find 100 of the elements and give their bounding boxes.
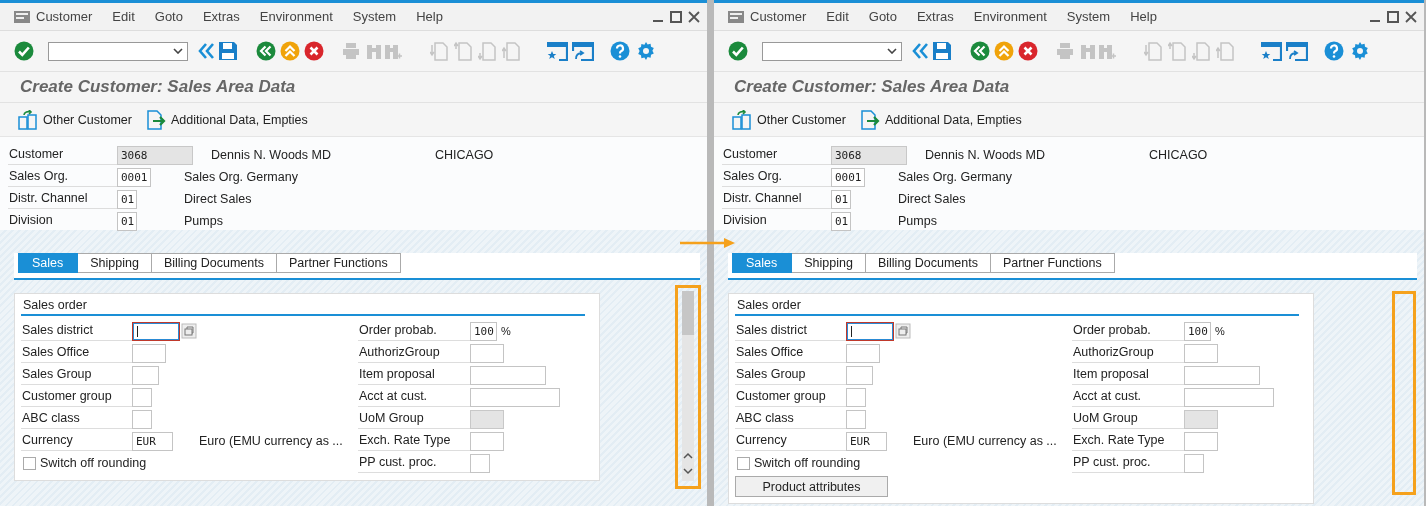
input-field[interactable]: 0001 [117,167,151,187]
menu-item[interactable]: Customer [36,9,93,24]
product-attributes-button[interactable]: Product attributes [735,476,888,497]
input-field[interactable]: 01 [117,189,137,209]
document-arrow-icon[interactable] [145,109,166,130]
input-field[interactable] [132,321,180,341]
command-field[interactable] [48,41,188,61]
input-field[interactable] [1184,453,1204,473]
document-arrow-icon[interactable] [859,109,880,130]
close-icon[interactable] [1405,10,1417,23]
menu-icon[interactable] [14,10,30,23]
close-icon[interactable] [688,10,700,23]
settings-icon[interactable] [1350,41,1370,61]
menu-item[interactable]: Help [416,9,443,24]
check-icon[interactable] [728,41,748,61]
input-field[interactable] [846,409,866,429]
input-field[interactable]: 0001 [831,167,865,187]
page-icon[interactable] [1144,41,1162,61]
double-chevron-icon[interactable] [198,41,214,61]
window-star-icon[interactable] [546,41,568,61]
input-field[interactable] [1184,387,1274,407]
checkbox[interactable] [737,456,750,470]
checkbox[interactable] [23,456,36,470]
input-field[interactable]: 100 [1184,321,1211,341]
input-field[interactable] [132,365,159,385]
scroll-thumb[interactable] [682,291,694,335]
input-field[interactable] [470,365,546,385]
cancel-icon[interactable] [1018,41,1038,61]
caret-icon[interactable] [173,48,183,54]
back-icon[interactable] [256,41,276,61]
swap-icon[interactable] [732,109,752,130]
toolbar-button[interactable]: Other Customer [43,112,132,127]
input-field[interactable]: 01 [117,211,137,231]
tab[interactable]: Shipping [792,253,866,273]
toolbar-button[interactable]: Additional Data, Empties [884,112,1022,127]
input-field[interactable]: EUR [846,431,887,451]
tab[interactable]: Partner Functions [991,253,1115,273]
page-icon[interactable] [502,41,520,61]
input-field[interactable] [132,343,166,363]
print-icon[interactable] [1056,42,1074,60]
help-icon[interactable] [610,41,630,61]
page-icon[interactable] [1216,41,1234,61]
input-field[interactable]: 01 [831,189,851,209]
checkbox-label[interactable]: Switch off rounding [754,456,861,470]
toolbar-button[interactable]: Additional Data, Empties [170,112,308,127]
input-field[interactable] [470,431,504,451]
input-field[interactable] [132,409,152,429]
window-arrow-icon[interactable] [572,41,594,61]
input-field[interactable] [470,343,504,363]
toolbar-button[interactable]: Other Customer [757,112,846,127]
window-arrow-icon[interactable] [1286,41,1308,61]
menu-item[interactable]: Goto [868,9,897,24]
help-icon[interactable] [1324,41,1344,61]
chevron-up-icon[interactable] [683,452,693,459]
tab[interactable]: Billing Documents [865,253,991,273]
page-icon[interactable] [430,41,448,61]
value-help-icon[interactable] [181,323,197,339]
menu-item[interactable]: Extras [916,9,954,24]
input-field[interactable] [846,321,894,341]
maximize-icon[interactable] [1387,10,1399,23]
menu-item[interactable]: Extras [202,9,240,24]
back-icon[interactable] [970,41,990,61]
menu-item[interactable]: Edit [826,9,849,24]
input-field[interactable] [846,343,880,363]
settings-icon[interactable] [636,41,656,61]
menu-item[interactable]: Edit [112,9,135,24]
tab[interactable]: Partner Functions [277,253,401,273]
input-field[interactable]: EUR [132,431,173,451]
save-icon[interactable] [932,41,952,61]
value-help-icon[interactable] [895,323,911,339]
page-icon[interactable] [1192,41,1210,61]
menu-item[interactable]: Help [1130,9,1157,24]
menu-item[interactable]: Environment [259,9,333,24]
page-icon[interactable] [454,41,472,61]
menu-item[interactable]: System [352,9,397,24]
page-icon[interactable] [478,41,496,61]
input-field[interactable]: 100 [470,321,497,341]
page-icon[interactable] [1168,41,1186,61]
input-field[interactable] [470,453,490,473]
input-field[interactable] [846,365,873,385]
input-field[interactable] [1184,431,1218,451]
tab[interactable]: Billing Documents [151,253,277,273]
input-field[interactable] [1184,365,1260,385]
command-field[interactable] [762,41,902,61]
swap-icon[interactable] [18,109,38,130]
scrollbar[interactable] [682,291,694,481]
double-chevron-icon[interactable] [912,41,928,61]
menu-item[interactable]: System [1066,9,1111,24]
cancel-icon[interactable] [304,41,324,61]
check-icon[interactable] [14,41,34,61]
menu-item[interactable]: Goto [154,9,183,24]
caret-icon[interactable] [887,48,897,54]
window-star-icon[interactable] [1260,41,1282,61]
input-field[interactable] [470,387,560,407]
input-field[interactable] [132,387,152,407]
input-field[interactable]: 01 [831,211,851,231]
save-icon[interactable] [218,41,238,61]
input-field[interactable] [1184,343,1218,363]
menu-item[interactable]: Customer [750,9,807,24]
tab[interactable]: Sales [732,253,793,273]
